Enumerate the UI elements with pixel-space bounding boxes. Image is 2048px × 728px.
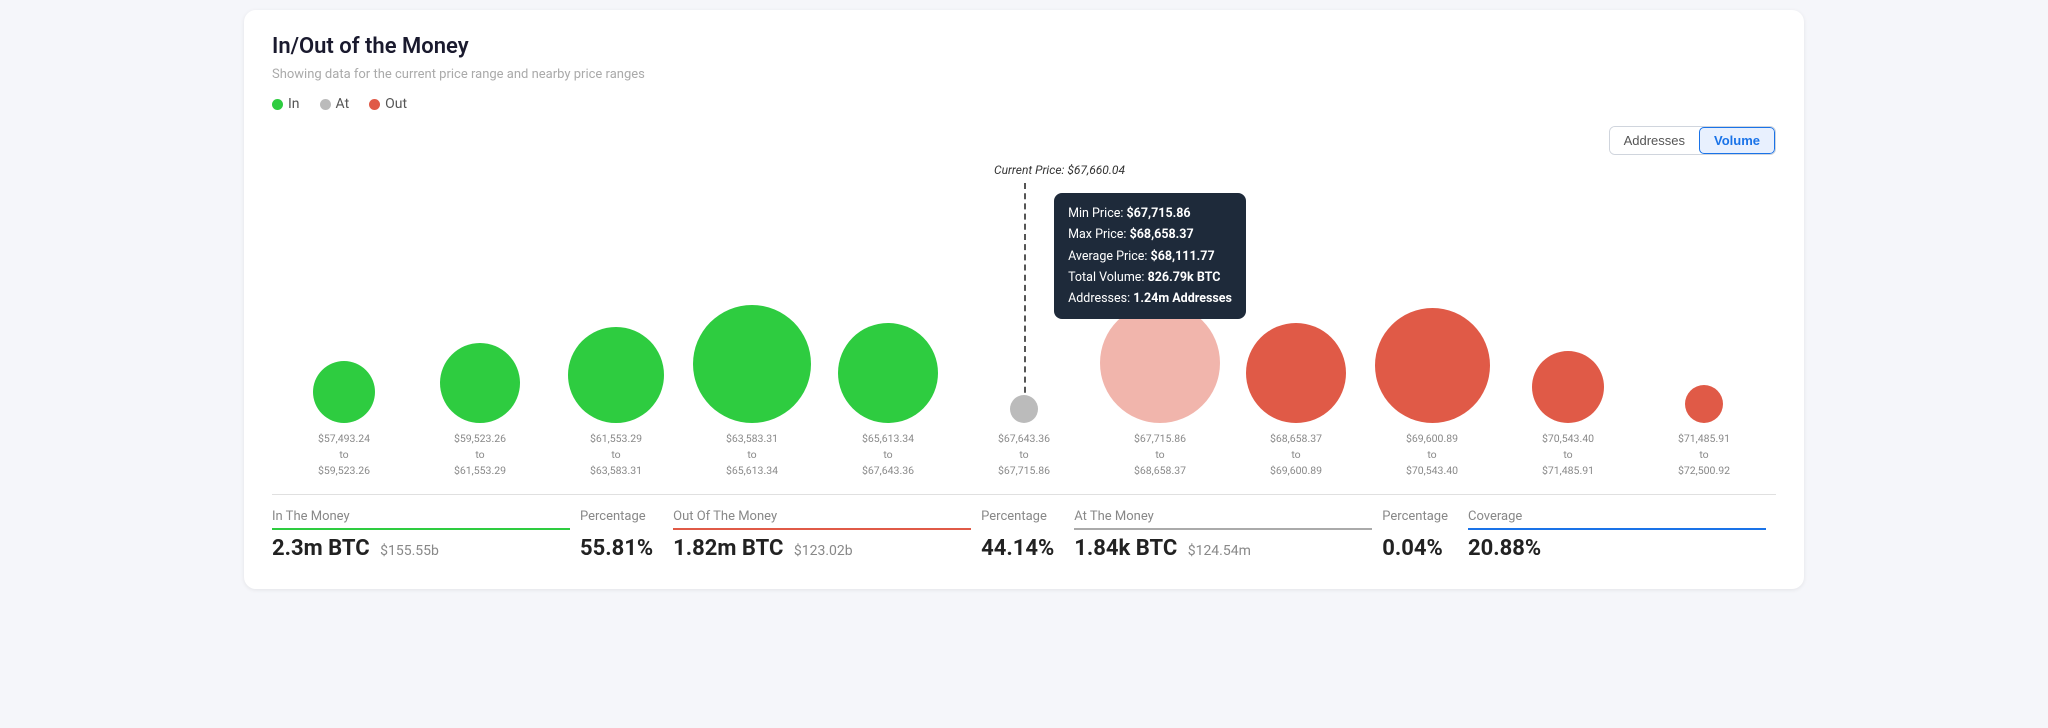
bubble-col-7 <box>1228 183 1364 423</box>
stat-pct-label-1: Percentage <box>580 509 653 530</box>
legend: In At Out <box>272 96 1776 112</box>
divider <box>272 494 1776 495</box>
x-label-6: $67,715.86to$68,658.37 <box>1092 431 1228 478</box>
stat-coverage: Coverage 20.88% <box>1468 509 1776 561</box>
x-label-3: $63,583.31to$65,613.34 <box>684 431 820 478</box>
x-label-8: $69,600.89to$70,543.40 <box>1364 431 1500 478</box>
legend-in: In <box>272 96 300 112</box>
bubble-col-4 <box>820 183 956 423</box>
legend-at: At <box>320 96 350 112</box>
bubble-6 <box>1100 303 1220 423</box>
stat-in-the-money: In The Money 2.3m BTC $155.55b <box>272 509 580 561</box>
x-label-7: $68,658.37to$69,600.89 <box>1228 431 1364 478</box>
stat-in-value: 2.3m BTC $155.55b <box>272 536 570 561</box>
stat-at-value: 1.84k BTC $124.54m <box>1074 536 1372 561</box>
chart-area: Current Price: $67,660.04 Min Price: $67… <box>272 163 1776 423</box>
bubble-col-9 <box>1500 183 1636 423</box>
x-label-0: $57,493.24to$59,523.26 <box>276 431 412 478</box>
stat-at-money: At The Money 1.84k BTC $124.54m <box>1074 509 1382 561</box>
x-label-5: $67,643.36to$67,715.86 <box>956 431 1092 478</box>
bubbles-row <box>272 183 1776 423</box>
bubble-5 <box>1010 395 1038 423</box>
bubble-col-8 <box>1364 183 1500 423</box>
bubble-col-5 <box>956 183 1092 423</box>
stat-at-label: At The Money <box>1074 509 1372 530</box>
bubble-col-10 <box>1636 183 1772 423</box>
page-title: In/Out of the Money <box>272 34 1776 59</box>
main-card: In/Out of the Money Showing data for the… <box>244 10 1804 589</box>
bubble-2 <box>568 327 664 423</box>
legend-out: Out <box>369 96 407 112</box>
bubble-3 <box>693 305 811 423</box>
legend-label-at: At <box>336 96 350 112</box>
x-label-9: $70,543.40to$71,485.91 <box>1500 431 1636 478</box>
x-label-4: $65,613.34to$67,643.36 <box>820 431 956 478</box>
stat-out-of-money: Out Of The Money 1.82m BTC $123.02b <box>673 509 981 561</box>
legend-dot-in <box>272 99 283 110</box>
addresses-button[interactable]: Addresses <box>1610 127 1699 154</box>
x-label-2: $61,553.29to$63,583.31 <box>548 431 684 478</box>
legend-dot-out <box>369 99 380 110</box>
current-price-label: Current Price: $67,660.04 <box>994 163 1125 177</box>
stat-pct-label-2: Percentage <box>981 509 1054 530</box>
bubble-col-3 <box>684 183 820 423</box>
bubble-10 <box>1685 385 1723 423</box>
x-label-1: $59,523.26to$61,553.29 <box>412 431 548 478</box>
x-axis: $57,493.24to$59,523.26$59,523.26to$61,55… <box>272 431 1776 478</box>
bubble-8 <box>1375 308 1490 423</box>
bubble-col-6 <box>1092 183 1228 423</box>
stat-out-label: Out Of The Money <box>673 509 971 530</box>
bubble-col-2 <box>548 183 684 423</box>
stat-cov-value: 20.88% <box>1468 536 1766 561</box>
stats-row: In The Money 2.3m BTC $155.55b Percentag… <box>272 509 1776 561</box>
stat-out-pct-block: Percentage 44.14% <box>981 509 1074 561</box>
volume-button[interactable]: Volume <box>1699 127 1775 154</box>
stat-out-value: 1.82m BTC $123.02b <box>673 536 971 561</box>
stat-cov-label: Coverage <box>1468 509 1766 530</box>
subtitle: Showing data for the current price range… <box>272 67 1776 82</box>
view-toggle: Addresses Volume <box>1609 126 1776 155</box>
bubble-col-0 <box>276 183 412 423</box>
stat-in-pct-block: Percentage 55.81% <box>580 509 673 561</box>
bubble-4 <box>838 323 938 423</box>
stat-in-label: In The Money <box>272 509 570 530</box>
bubble-col-1 <box>412 183 548 423</box>
bubble-0 <box>313 361 375 423</box>
legend-dot-at <box>320 99 331 110</box>
legend-label-out: Out <box>385 96 407 112</box>
legend-label-in: In <box>288 96 300 112</box>
stat-in-pct: 55.81% <box>580 536 653 561</box>
x-label-10: $71,485.91to$72,500.92 <box>1636 431 1772 478</box>
bubble-9 <box>1532 351 1604 423</box>
stat-at-pct: 0.04% <box>1382 536 1448 561</box>
bubble-7 <box>1246 323 1346 423</box>
chart-controls: Addresses Volume <box>272 126 1776 155</box>
bubble-1 <box>440 343 520 423</box>
stat-out-pct: 44.14% <box>981 536 1054 561</box>
stat-pct-label-3: Percentage <box>1382 509 1448 530</box>
stat-at-pct-block: Percentage 0.04% <box>1382 509 1468 561</box>
